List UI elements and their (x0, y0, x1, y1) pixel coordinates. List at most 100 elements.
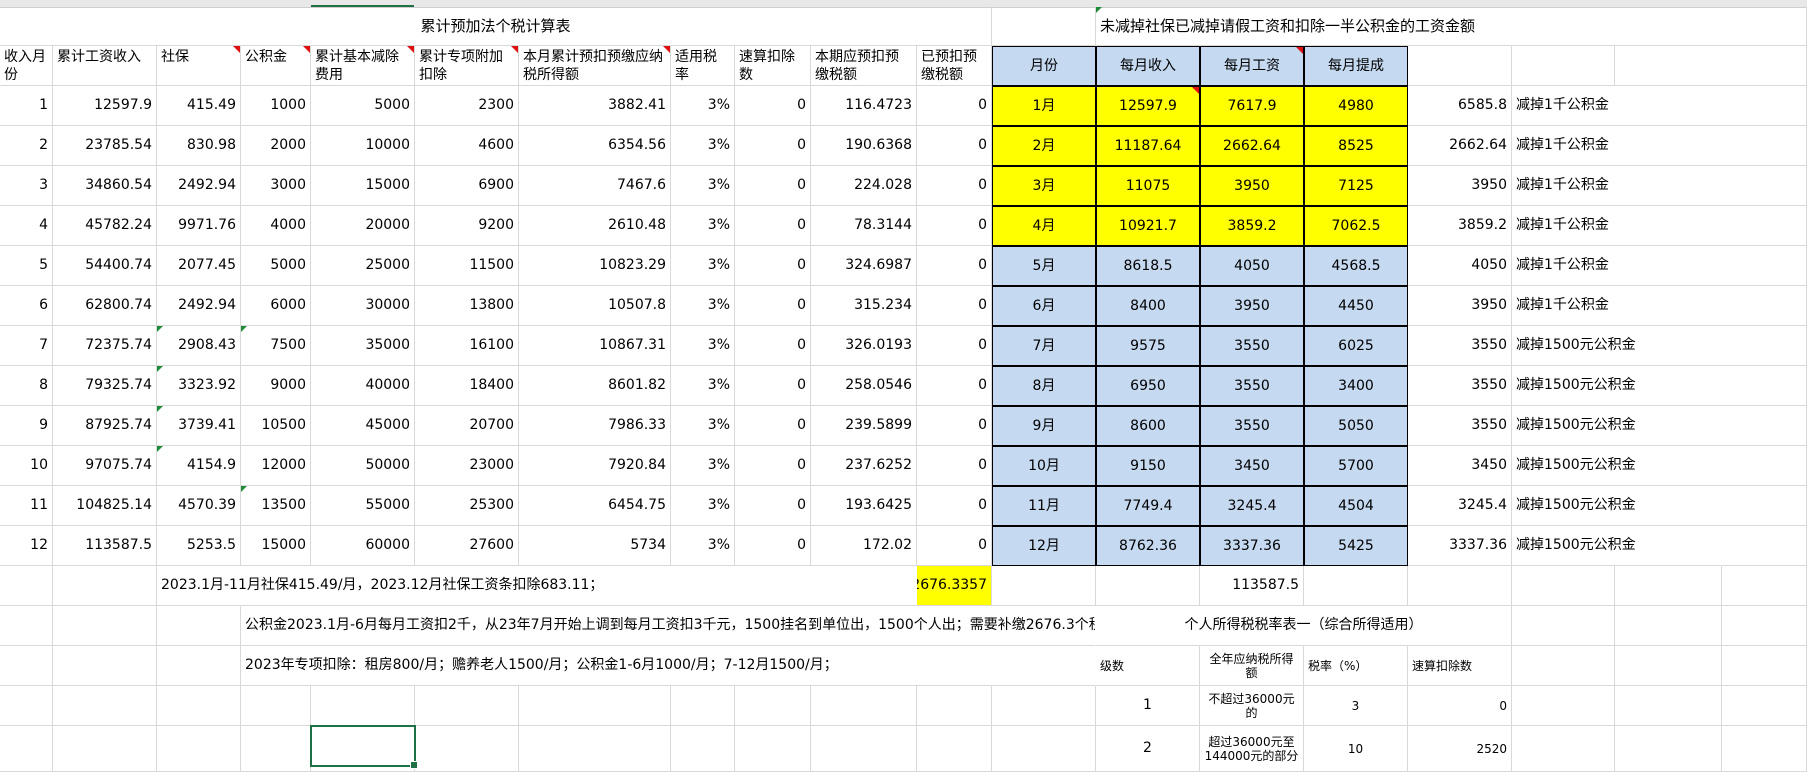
rate-deduction-cell[interactable]: 2520 (1408, 726, 1512, 772)
special-deduction-cell[interactable]: 25300 (415, 486, 519, 526)
tax-rate-cell[interactable]: 3% (671, 526, 735, 566)
empty-cell[interactable] (735, 726, 811, 772)
empty-cell[interactable] (1512, 606, 1615, 646)
quick-deduction-cell[interactable]: 0 (735, 526, 811, 566)
tax-rate-cell[interactable]: 3% (671, 286, 735, 326)
empty-cell[interactable] (1722, 126, 1807, 166)
taxable-amount-cell[interactable]: 10507.8 (519, 286, 671, 326)
empty-cell[interactable] (1615, 46, 1807, 86)
header-r-month[interactable]: 月份 (992, 46, 1096, 86)
basic-deduction-cell[interactable]: 35000 (311, 326, 415, 366)
quick-deduction-cell[interactable]: 0 (735, 166, 811, 206)
taxable-amount-cell[interactable]: 10867.31 (519, 326, 671, 366)
monthly-commission-cell[interactable]: 4450 (1304, 286, 1408, 326)
tax-due-cell[interactable]: 78.3144 (811, 206, 917, 246)
monthly-income-cell[interactable]: 8600 (1096, 406, 1200, 446)
month-no-cell[interactable]: 1 (0, 86, 53, 126)
tax-rate-cell[interactable]: 3% (671, 326, 735, 366)
empty-cell[interactable] (1408, 566, 1512, 606)
rate-range-cell[interactable]: 超过36000元至144000元的部分 (1200, 726, 1304, 772)
basic-deduction-cell[interactable]: 25000 (311, 246, 415, 286)
rate-range-cell[interactable]: 不超过36000元的 (1200, 686, 1304, 726)
note-social-insurance[interactable]: 2023.1月-11月社保415.49/月，2023.12月社保工资条扣除683… (157, 566, 917, 606)
monthly-income-cell[interactable]: 12597.9 (1096, 86, 1200, 126)
empty-cell[interactable] (0, 606, 53, 646)
monthly-wage-cell[interactable]: 3950 (1200, 286, 1304, 326)
monthly-wage-cell[interactable]: 3337.36 (1200, 526, 1304, 566)
empty-cell[interactable] (1722, 86, 1807, 126)
empty-cell[interactable] (1615, 566, 1722, 606)
empty-cell[interactable] (157, 606, 241, 646)
empty-cell[interactable] (992, 7, 1096, 46)
housing-fund-cell[interactable]: 10500 (241, 406, 311, 446)
tax-due-cell[interactable]: 190.6368 (811, 126, 917, 166)
monthly-income-cell[interactable]: 11075 (1096, 166, 1200, 206)
month-no-cell[interactable]: 6 (0, 286, 53, 326)
monthly-commission-cell[interactable]: 4568.5 (1304, 246, 1408, 286)
tax-rate-cell[interactable]: 3% (671, 446, 735, 486)
basic-deduction-cell[interactable]: 45000 (311, 406, 415, 446)
quick-deduction-cell[interactable]: 0 (735, 246, 811, 286)
tax-paid-cell[interactable]: 0 (917, 166, 992, 206)
monthly-income-cell[interactable]: 8400 (1096, 286, 1200, 326)
monthly-income-cell[interactable]: 7749.4 (1096, 486, 1200, 526)
empty-cell[interactable] (1615, 606, 1722, 646)
quick-deduction-cell[interactable]: 0 (735, 126, 811, 166)
empty-cell[interactable] (992, 566, 1096, 606)
special-deduction-cell[interactable]: 27600 (415, 526, 519, 566)
rate-level-cell[interactable]: 2 (1096, 726, 1200, 772)
tax-rate-cell[interactable]: 3% (671, 486, 735, 526)
cum-income-cell[interactable]: 34860.54 (53, 166, 157, 206)
empty-cell[interactable] (0, 686, 53, 726)
housing-fund-cell[interactable]: 7500 (241, 326, 311, 366)
empty-cell[interactable] (1408, 46, 1512, 86)
special-deduction-cell[interactable]: 13800 (415, 286, 519, 326)
special-deduction-cell[interactable]: 11500 (415, 246, 519, 286)
header-monthly-commission[interactable]: 每月提成 (1304, 46, 1408, 86)
monthly-commission-cell[interactable]: 5700 (1304, 446, 1408, 486)
quick-deduction-cell[interactable]: 0 (735, 326, 811, 366)
empty-cell[interactable] (1615, 686, 1722, 726)
note-cell[interactable]: 减掉1千公积金 (1512, 126, 1722, 166)
note-cell[interactable]: 减掉1千公积金 (1512, 286, 1722, 326)
month-no-cell[interactable]: 9 (0, 406, 53, 446)
empty-cell[interactable] (1512, 46, 1615, 86)
empty-cell[interactable] (53, 566, 157, 606)
tax-paid-cell[interactable]: 0 (917, 486, 992, 526)
empty-cell[interactable] (1722, 446, 1807, 486)
note-cell[interactable]: 减掉1500元公积金 (1512, 486, 1722, 526)
empty-cell[interactable] (1512, 566, 1615, 606)
quick-deduction-cell[interactable]: 0 (735, 486, 811, 526)
cum-income-cell[interactable]: 113587.5 (53, 526, 157, 566)
month-label-cell[interactable]: 8月 (992, 366, 1096, 406)
empty-cell[interactable] (1512, 686, 1615, 726)
empty-cell[interactable] (811, 686, 917, 726)
basic-deduction-cell[interactable]: 10000 (311, 126, 415, 166)
tax-rate-cell[interactable]: 3% (671, 406, 735, 446)
header-tax-due[interactable]: 本期应预扣预缴税额 (811, 46, 917, 86)
monthly-income-cell[interactable]: 9575 (1096, 326, 1200, 366)
social-insurance-cell[interactable]: 2492.94 (157, 286, 241, 326)
month-no-cell[interactable]: 4 (0, 206, 53, 246)
header-housing-fund[interactable]: 公积金 (241, 46, 311, 86)
empty-cell[interactable] (671, 726, 735, 772)
cum-income-cell[interactable]: 104825.14 (53, 486, 157, 526)
social-insurance-cell[interactable]: 2077.45 (157, 246, 241, 286)
month-label-cell[interactable]: 9月 (992, 406, 1096, 446)
net-amount-cell[interactable]: 4050 (1408, 246, 1512, 286)
month-no-cell[interactable]: 10 (0, 446, 53, 486)
empty-cell[interactable] (53, 686, 157, 726)
note-cell[interactable]: 减掉1500元公积金 (1512, 526, 1722, 566)
cum-income-cell[interactable]: 23785.54 (53, 126, 157, 166)
special-deduction-cell[interactable]: 16100 (415, 326, 519, 366)
empty-cell[interactable] (53, 726, 157, 772)
basic-deduction-cell[interactable]: 60000 (311, 526, 415, 566)
basic-deduction-cell[interactable]: 15000 (311, 166, 415, 206)
empty-cell[interactable] (241, 686, 311, 726)
rate-percent-cell[interactable]: 3 (1304, 686, 1408, 726)
cum-income-cell[interactable]: 72375.74 (53, 326, 157, 366)
header-rate[interactable]: 适用税率 (671, 46, 735, 86)
housing-fund-cell[interactable]: 9000 (241, 366, 311, 406)
special-deduction-cell[interactable]: 2300 (415, 86, 519, 126)
net-amount-cell[interactable]: 3950 (1408, 166, 1512, 206)
